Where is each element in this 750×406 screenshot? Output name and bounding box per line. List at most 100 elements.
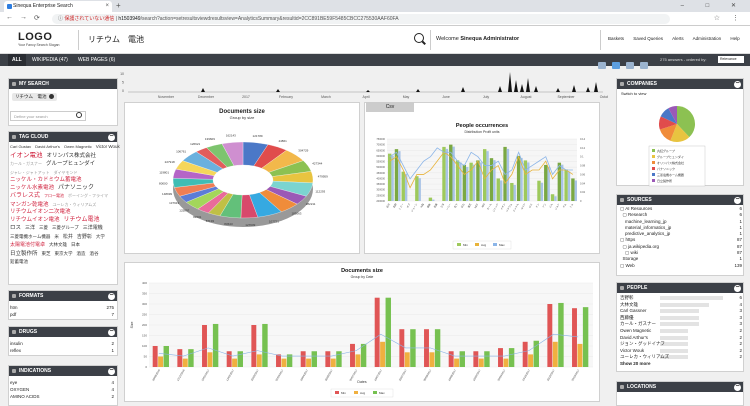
bars-bar-avg[interactable] <box>256 354 262 367</box>
bars-bar-avg[interactable] <box>552 341 558 367</box>
bars-bar-avg[interactable] <box>454 358 460 367</box>
bars-bar-min[interactable] <box>226 351 232 367</box>
list-item[interactable]: htm 275 <box>10 304 114 311</box>
tag-cloud-item[interactable]: マンガン乾電池 <box>10 202 49 208</box>
csv-tab[interactable]: Csv <box>366 102 414 112</box>
list-view-icon[interactable] <box>598 62 606 69</box>
bars-bar-min[interactable] <box>276 354 281 367</box>
forward-icon[interactable]: → <box>20 14 27 21</box>
tag-cloud-item[interactable]: 太陽電池付電卓 <box>10 242 45 248</box>
occ-bar-min[interactable] <box>544 164 548 201</box>
bars-bar-min[interactable] <box>448 351 454 367</box>
bars-bar-max[interactable] <box>212 323 219 367</box>
new-tab-button[interactable]: + <box>116 0 121 12</box>
list-item[interactable]: pdf 7 <box>10 311 114 318</box>
window-controls[interactable]: – □ ✕ <box>681 0 746 12</box>
bars-bar-min[interactable] <box>399 329 405 367</box>
bars-bar-min[interactable] <box>572 308 577 367</box>
search-icon[interactable] <box>414 33 424 43</box>
timeline-chart[interactable]: 10 5 0 November December 2017 February March Apr… <box>118 70 608 100</box>
list-item[interactable]: reflex 1 <box>10 347 114 354</box>
tag-cloud-item[interactable]: ボーイング・フライマ <box>68 193 108 198</box>
bars-bar-avg[interactable] <box>207 352 213 367</box>
bars-bar-max[interactable] <box>311 351 317 367</box>
show-more-link[interactable]: Show 20 more <box>620 361 744 368</box>
bars-bar-min[interactable] <box>300 351 306 367</box>
tag-cloud-item[interactable]: 鉛蓄電池 <box>10 259 28 264</box>
list-item[interactable]: OXYGEN 4 <box>10 386 114 393</box>
tag-cloud-item[interactable]: ジャレ・ジャトアット <box>10 170 50 175</box>
tag-cloud-item[interactable]: Victor Wouk <box>96 144 120 149</box>
collapse-icon[interactable]: − <box>108 133 115 141</box>
url-input[interactable]: ⓘ 保護されていない通信 | h1503949/search?action=se… <box>52 14 670 24</box>
companies-pie-chart[interactable]: 丸紅グループグループヒュンダイオリンパス株式会社パナソニック三菱電機ホーム機器日… <box>617 98 743 190</box>
tag-cloud-item[interactable]: 酒谷 <box>90 251 99 256</box>
tag-cloud-item[interactable]: 大学 <box>96 234 105 239</box>
person-item[interactable]: ジョン・グッドイナフ 2 <box>620 341 744 348</box>
browser-tab[interactable]: Sinequa Enterprise Search × <box>4 1 112 12</box>
calendar-view-icon[interactable] <box>640 62 648 69</box>
collapse-icon[interactable]: − <box>734 284 741 292</box>
tag-cloud-item[interactable]: カール・ガスナー <box>10 161 42 166</box>
tag-cloud-item[interactable]: 三洋電機 <box>83 225 103 231</box>
reload-icon[interactable]: ⟳ <box>34 14 40 22</box>
people-occurrences-chart[interactable]: People occurrencesDistribution Profit un… <box>365 103 599 253</box>
collapse-icon[interactable]: − <box>108 367 115 375</box>
occ-bar-min[interactable] <box>476 160 480 201</box>
tag-cloud-item[interactable]: パナソニック <box>58 185 94 191</box>
occ-bar-min[interactable] <box>564 169 568 201</box>
bars-bar-avg[interactable] <box>503 358 509 367</box>
bars-bar-min[interactable] <box>498 348 503 367</box>
tag-cloud-item[interactable]: ユーレカ・ウィリアムズ <box>53 202 97 207</box>
collapse-icon[interactable]: − <box>108 292 115 300</box>
tag-cloud-item[interactable]: イオン電池 <box>10 152 43 159</box>
search-input[interactable]: リチウム 電池 <box>88 34 144 45</box>
bars-bar-max[interactable] <box>484 351 490 367</box>
documents-size-pie-chart[interactable]: 121789 44861 304729 427344 479959 112293 28221… <box>125 120 359 250</box>
list-item[interactable]: eye 4 <box>10 379 114 386</box>
occ-bar-min[interactable] <box>462 164 467 201</box>
occ-bar-min[interactable] <box>449 144 453 201</box>
tag-cloud-item[interactable]: ニッケル・カドミウム蓄電池 <box>10 177 82 183</box>
bars-bar-avg[interactable] <box>232 358 238 367</box>
menu-administration[interactable]: Administration <box>693 36 722 41</box>
tag-cloud-item[interactable]: 吉野彰 <box>77 234 92 240</box>
tag-cloud-item[interactable]: 三菱グループ <box>52 225 79 230</box>
remove-chip-icon[interactable] <box>48 94 54 100</box>
tag-cloud-item[interactable]: 酒造 <box>77 251 86 256</box>
bars-bar-avg[interactable] <box>355 354 361 367</box>
tag-cloud-item[interactable]: 三菱 <box>39 225 48 230</box>
tag-cloud-item[interactable]: 東京大学 <box>55 251 73 256</box>
network-view-icon[interactable] <box>626 62 634 69</box>
source-item[interactable]: ▢ Web 139 <box>620 263 744 269</box>
bars-bar-min[interactable] <box>350 343 355 367</box>
occ-bar-min[interactable] <box>415 176 419 201</box>
browser-action-icons[interactable]: ☆ ⋮ <box>714 14 744 22</box>
menu-help[interactable]: Help <box>730 36 739 41</box>
tag-cloud-item[interactable]: リチウムイオン二次電池 <box>10 209 71 215</box>
tag-cloud-item[interactable]: 日立製作所 <box>10 251 38 257</box>
tag-cloud-item[interactable]: Owen Magnetic <box>64 144 92 149</box>
occ-bar-min[interactable] <box>510 182 514 201</box>
tag-cloud-item[interactable]: ニッケル水素電池 <box>10 185 54 191</box>
list-item[interactable]: insulin 2 <box>10 340 114 347</box>
search-icon[interactable] <box>76 112 82 118</box>
tag-cloud-item[interactable]: Carl Gustav <box>10 144 31 149</box>
collapse-icon[interactable]: − <box>734 196 741 204</box>
bars-bar-max[interactable] <box>508 348 515 367</box>
menu-baskets[interactable]: Baskets <box>608 36 624 41</box>
bars-bar-avg[interactable] <box>404 352 410 367</box>
tag-cloud-item[interactable]: 日本 <box>71 242 80 247</box>
collapse-icon[interactable]: − <box>734 80 741 88</box>
bars-bar-avg[interactable] <box>306 358 312 367</box>
back-icon[interactable]: ← <box>6 14 13 21</box>
bars-bar-avg[interactable] <box>478 358 484 367</box>
tag-cloud-item[interactable]: フロー電池 <box>44 193 64 198</box>
bars-bar-max[interactable] <box>262 323 268 367</box>
collapse-icon[interactable]: − <box>108 328 115 336</box>
bars-bar-max[interactable] <box>188 349 194 367</box>
bars-bar-avg[interactable] <box>429 352 435 367</box>
tag-cloud-item[interactable]: David Arthur's <box>35 144 60 149</box>
tag-cloud-item[interactable]: ロス <box>10 225 21 231</box>
tag-cloud-item[interactable]: バラレス式 <box>10 193 40 199</box>
